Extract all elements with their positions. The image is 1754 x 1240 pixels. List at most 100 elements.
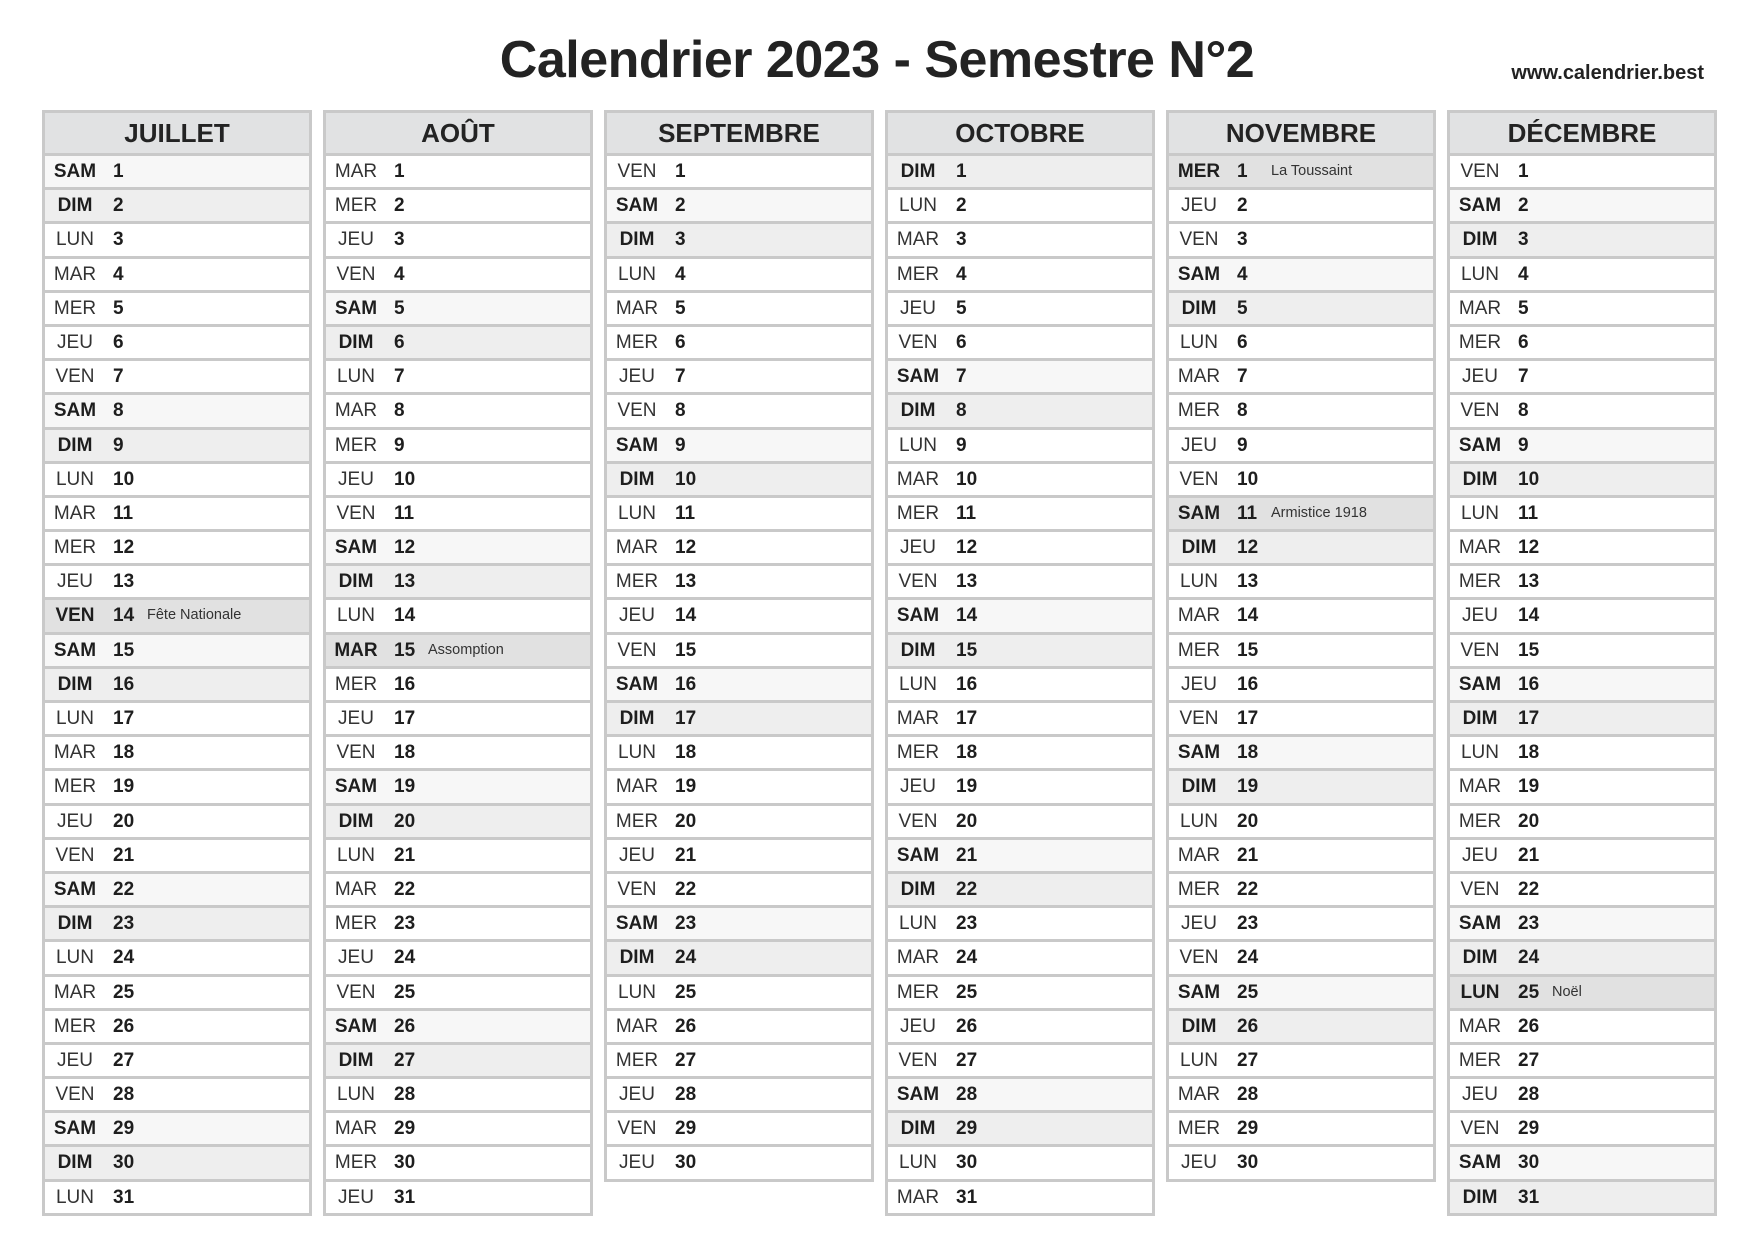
day-number: 18 (1237, 742, 1259, 764)
month-column: JUILLET SAM 1 DIM 2 LUN 3 MAR 4 MER 5 JEU 6 VEN 7 SAM 8 D… (42, 110, 312, 1216)
weekday-label: JEU (338, 708, 374, 729)
day-row: JEU 12 (888, 532, 1152, 567)
weekday-label: SAM (1177, 502, 1221, 524)
weekday-label: MAR (896, 468, 940, 490)
day-row: VEN 8 (607, 395, 871, 430)
weekday-label: LUN (336, 605, 375, 627)
weekday-label: SAM (615, 913, 659, 935)
day-row: SAM 12 (326, 532, 590, 567)
day-number: 4 (113, 263, 124, 285)
weekday-label: MER (334, 434, 378, 456)
weekday-label: LUN (336, 366, 375, 388)
day-row: SAM 2 (607, 190, 871, 225)
weekday-label: JEU (338, 468, 374, 490)
day-number: 26 (675, 1015, 697, 1037)
website-label: www.calendrier.best (1511, 62, 1704, 84)
weekday-label: VEN (617, 878, 657, 900)
day-number: 22 (113, 878, 135, 900)
day-row: SAM 1 (45, 156, 309, 191)
day-row: SAM 21 (888, 839, 1152, 874)
day-row: MAR 5 (1450, 292, 1714, 327)
weekday-label: MAR (1458, 297, 1502, 319)
day-number: 29 (956, 1118, 978, 1140)
weekday-label: DIM (619, 708, 655, 729)
day-row: MAR 29 (326, 1113, 590, 1148)
day-number: 3 (1518, 229, 1529, 251)
day-row: LUN 25 (607, 976, 871, 1011)
day-number: 25 (394, 981, 416, 1003)
weekday-label: DIM (57, 434, 93, 456)
weekday-label: JEU (1181, 434, 1217, 456)
day-number: 6 (113, 331, 124, 353)
day-row: MER 13 (607, 566, 871, 601)
day-number: 22 (394, 878, 416, 900)
weekday-label: MAR (615, 776, 659, 798)
day-row: DIM 13 (326, 566, 590, 601)
day-row: SAM 7 (888, 361, 1152, 396)
weekday-label: VEN (336, 742, 376, 764)
day-number: 9 (1237, 434, 1248, 456)
day-number: 28 (1518, 1084, 1540, 1106)
day-number: 12 (113, 537, 135, 559)
day-number: 19 (675, 776, 697, 798)
day-row: SAM 2 (1450, 190, 1714, 225)
weekday-label: LUN (1179, 810, 1218, 832)
weekday-label: JEU (1181, 913, 1217, 935)
day-number: 23 (956, 913, 978, 935)
day-number: 12 (394, 537, 416, 559)
weekday-label: MER (53, 297, 97, 319)
day-row: MER 30 (326, 1147, 590, 1182)
weekday-label: MER (1177, 878, 1221, 900)
day-number: 18 (113, 742, 135, 764)
day-row: LUN 23 (888, 908, 1152, 943)
weekday-label: DIM (338, 571, 374, 593)
day-number: 30 (113, 1152, 135, 1174)
day-number: 13 (956, 571, 978, 593)
day-row: MER 20 (1450, 805, 1714, 840)
month-header: AOÛT (326, 113, 590, 156)
weekday-label: LUN (617, 742, 656, 764)
day-number: 1 (1237, 161, 1248, 182)
month-column: NOVEMBRE MER 1 La Toussaint JEU 2 VEN 3 SAM 4 DIM 5… (1166, 110, 1436, 1182)
day-row: JEU 28 (1450, 1079, 1714, 1114)
day-row: SAM 26 (326, 1010, 590, 1045)
day-number: 11 (1237, 502, 1258, 524)
day-number: 17 (956, 708, 978, 729)
weekday-label: DIM (57, 673, 93, 695)
weekday-label: VEN (336, 263, 376, 285)
day-number: 27 (956, 1049, 978, 1071)
day-number: 15 (113, 639, 135, 661)
day-row: VEN 20 (888, 805, 1152, 840)
weekday-label: MAR (1177, 1084, 1221, 1106)
day-number: 4 (394, 263, 405, 285)
day-number: 5 (113, 297, 124, 319)
day-number: 9 (113, 434, 124, 456)
day-number: 4 (1237, 263, 1248, 285)
day-number: 10 (675, 468, 697, 490)
day-row: MAR 22 (326, 873, 590, 909)
day-row: JEU 28 (607, 1079, 871, 1114)
weekday-label: MAR (1458, 537, 1502, 559)
day-row: VEN 1 (1450, 156, 1714, 191)
weekday-label: JEU (338, 1186, 374, 1208)
day-row: SAM 4 (1169, 258, 1433, 293)
day-number: 12 (1518, 537, 1540, 559)
weekday-label: DIM (1462, 229, 1498, 251)
day-row: VEN 11 (326, 497, 590, 533)
day-row: MAR 19 (1450, 771, 1714, 806)
day-row: LUN 27 (1169, 1044, 1433, 1080)
weekday-label: DIM (338, 331, 374, 353)
weekday-label: JEU (900, 1015, 936, 1037)
day-number: 5 (675, 297, 686, 319)
day-row: DIM 8 (888, 395, 1152, 430)
day-row: JEU 6 (45, 326, 309, 362)
day-row: JEU 9 (1169, 429, 1433, 464)
weekday-label: SAM (896, 844, 940, 866)
weekday-label: VEN (1460, 400, 1500, 422)
weekday-label: MER (1458, 810, 1502, 832)
day-row: LUN 13 (1169, 566, 1433, 601)
day-row: JEU 7 (1450, 361, 1714, 396)
day-row: JEU 13 (45, 566, 309, 601)
day-number: 29 (1237, 1118, 1259, 1140)
weekday-label: DIM (1181, 297, 1217, 319)
